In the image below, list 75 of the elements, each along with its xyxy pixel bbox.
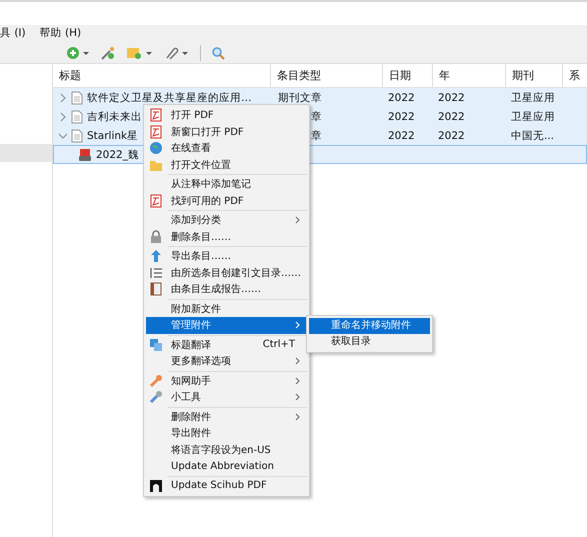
menu-item[interactable]: 删除条目…… bbox=[146, 228, 307, 245]
submenu-chevron-icon bbox=[295, 412, 301, 421]
journal-text: 卫星应用 bbox=[511, 90, 555, 104]
paperclip-icon[interactable] bbox=[164, 46, 190, 60]
menu-item[interactable]: 由所选条目创建引文目录…… bbox=[146, 264, 307, 281]
translate-icon bbox=[149, 338, 163, 352]
submenu-chevron-icon bbox=[295, 357, 301, 366]
attachment-title: 2022_魏 bbox=[96, 148, 139, 162]
menu-item[interactable]: 具 (I) bbox=[0, 25, 26, 41]
menu-item[interactable]: Update Abbreviation bbox=[146, 458, 307, 474]
title-text: 吉利未来出 bbox=[87, 110, 142, 124]
pdf-icon bbox=[149, 194, 163, 208]
menu-item[interactable]: 附加新文件 bbox=[146, 300, 307, 317]
submenu-chevron-icon bbox=[295, 216, 301, 224]
document-icon bbox=[71, 110, 83, 124]
menu-item[interactable]: 将语言字段设为en-US bbox=[146, 442, 307, 458]
document-icon bbox=[71, 128, 83, 142]
menu-item[interactable]: 小工具 bbox=[146, 389, 307, 406]
column-header[interactable]: 日期 bbox=[383, 64, 433, 87]
title-text: 软件定义卫星及共享星座的应用… bbox=[87, 90, 252, 104]
report-icon bbox=[149, 282, 163, 296]
menu-item[interactable]: 重命名并移动附件 bbox=[309, 318, 430, 334]
item-type-text: 章 bbox=[311, 130, 322, 142]
expanded-chevron-icon[interactable] bbox=[58, 130, 68, 140]
journal-text: 卫星应用 bbox=[511, 110, 555, 124]
menu-item[interactable]: 获取目录 bbox=[309, 334, 430, 350]
menu-item[interactable]: 知网助手 bbox=[146, 372, 307, 389]
add-icon[interactable] bbox=[66, 46, 90, 60]
column-header[interactable]: 标题 bbox=[53, 64, 271, 87]
wrench-icon bbox=[149, 390, 163, 404]
menu-item[interactable]: 帮助 (H) bbox=[40, 25, 82, 41]
column-header[interactable]: 年 bbox=[433, 64, 506, 87]
menu-item[interactable]: 管理附件 bbox=[146, 317, 307, 334]
menu-item[interactable]: 添加到分类 bbox=[146, 212, 307, 228]
column-header[interactable]: 条目类型 bbox=[271, 64, 383, 87]
globe-icon bbox=[149, 141, 163, 156]
menu-item[interactable]: Update Scihub PDF bbox=[146, 478, 307, 494]
date-text: 2022 bbox=[388, 110, 415, 122]
pdf-icon bbox=[149, 124, 163, 139]
column-header[interactable]: 期刊 bbox=[506, 64, 563, 87]
shortcut-text: Ctrl+T bbox=[262, 339, 295, 350]
pdf-icon bbox=[149, 108, 163, 122]
menu-item[interactable]: 标题翻译 Ctrl+T bbox=[146, 336, 307, 353]
year-text: 2022 bbox=[438, 92, 465, 104]
menu-item[interactable]: 删除附件 bbox=[146, 408, 307, 425]
wand-icon[interactable] bbox=[100, 46, 116, 60]
date-text: 2022 bbox=[388, 130, 415, 142]
wrench-icon bbox=[149, 374, 163, 388]
note-add-icon[interactable] bbox=[126, 46, 154, 60]
menu-item[interactable]: 由条目生成报告…… bbox=[146, 281, 307, 298]
title-text: Starlink星 bbox=[87, 128, 138, 142]
pdf-attachment-icon bbox=[78, 148, 92, 162]
menu-item[interactable]: 导出附件 bbox=[146, 425, 307, 442]
menu-item[interactable]: 导出条目…… bbox=[146, 248, 307, 264]
journal-text: 中国无... bbox=[511, 128, 554, 142]
menu-item[interactable]: 打开 PDF bbox=[146, 107, 307, 124]
column-header[interactable]: 系 bbox=[563, 64, 587, 87]
lock-icon bbox=[149, 230, 163, 244]
search-icon[interactable] bbox=[211, 46, 225, 60]
item-type-text: 期刊文章 bbox=[278, 92, 322, 104]
collapsed-chevron-icon[interactable] bbox=[58, 92, 68, 102]
menu-item[interactable]: 更多翻译选项 bbox=[146, 353, 307, 370]
table-row[interactable]: 软件定义卫星及共享星座的应用… 期刊文章 2022 2022 卫星应用 bbox=[53, 88, 587, 107]
collapsed-chevron-icon[interactable] bbox=[58, 112, 68, 122]
menu-item[interactable]: 从注释中添加笔记 bbox=[146, 176, 307, 192]
date-text: 2022 bbox=[388, 92, 415, 104]
list-icon bbox=[149, 266, 163, 280]
submenu-chevron-icon bbox=[295, 321, 301, 330]
document-icon bbox=[71, 90, 83, 104]
year-text: 2022 bbox=[438, 110, 465, 122]
item-type-text: 章 bbox=[311, 110, 322, 122]
menu-item[interactable]: 新窗口打开 PDF bbox=[146, 124, 307, 140]
year-text: 2022 bbox=[438, 130, 465, 142]
menu-item[interactable]: 找到可用的 PDF bbox=[146, 192, 307, 209]
arrow-up-icon bbox=[149, 249, 163, 264]
